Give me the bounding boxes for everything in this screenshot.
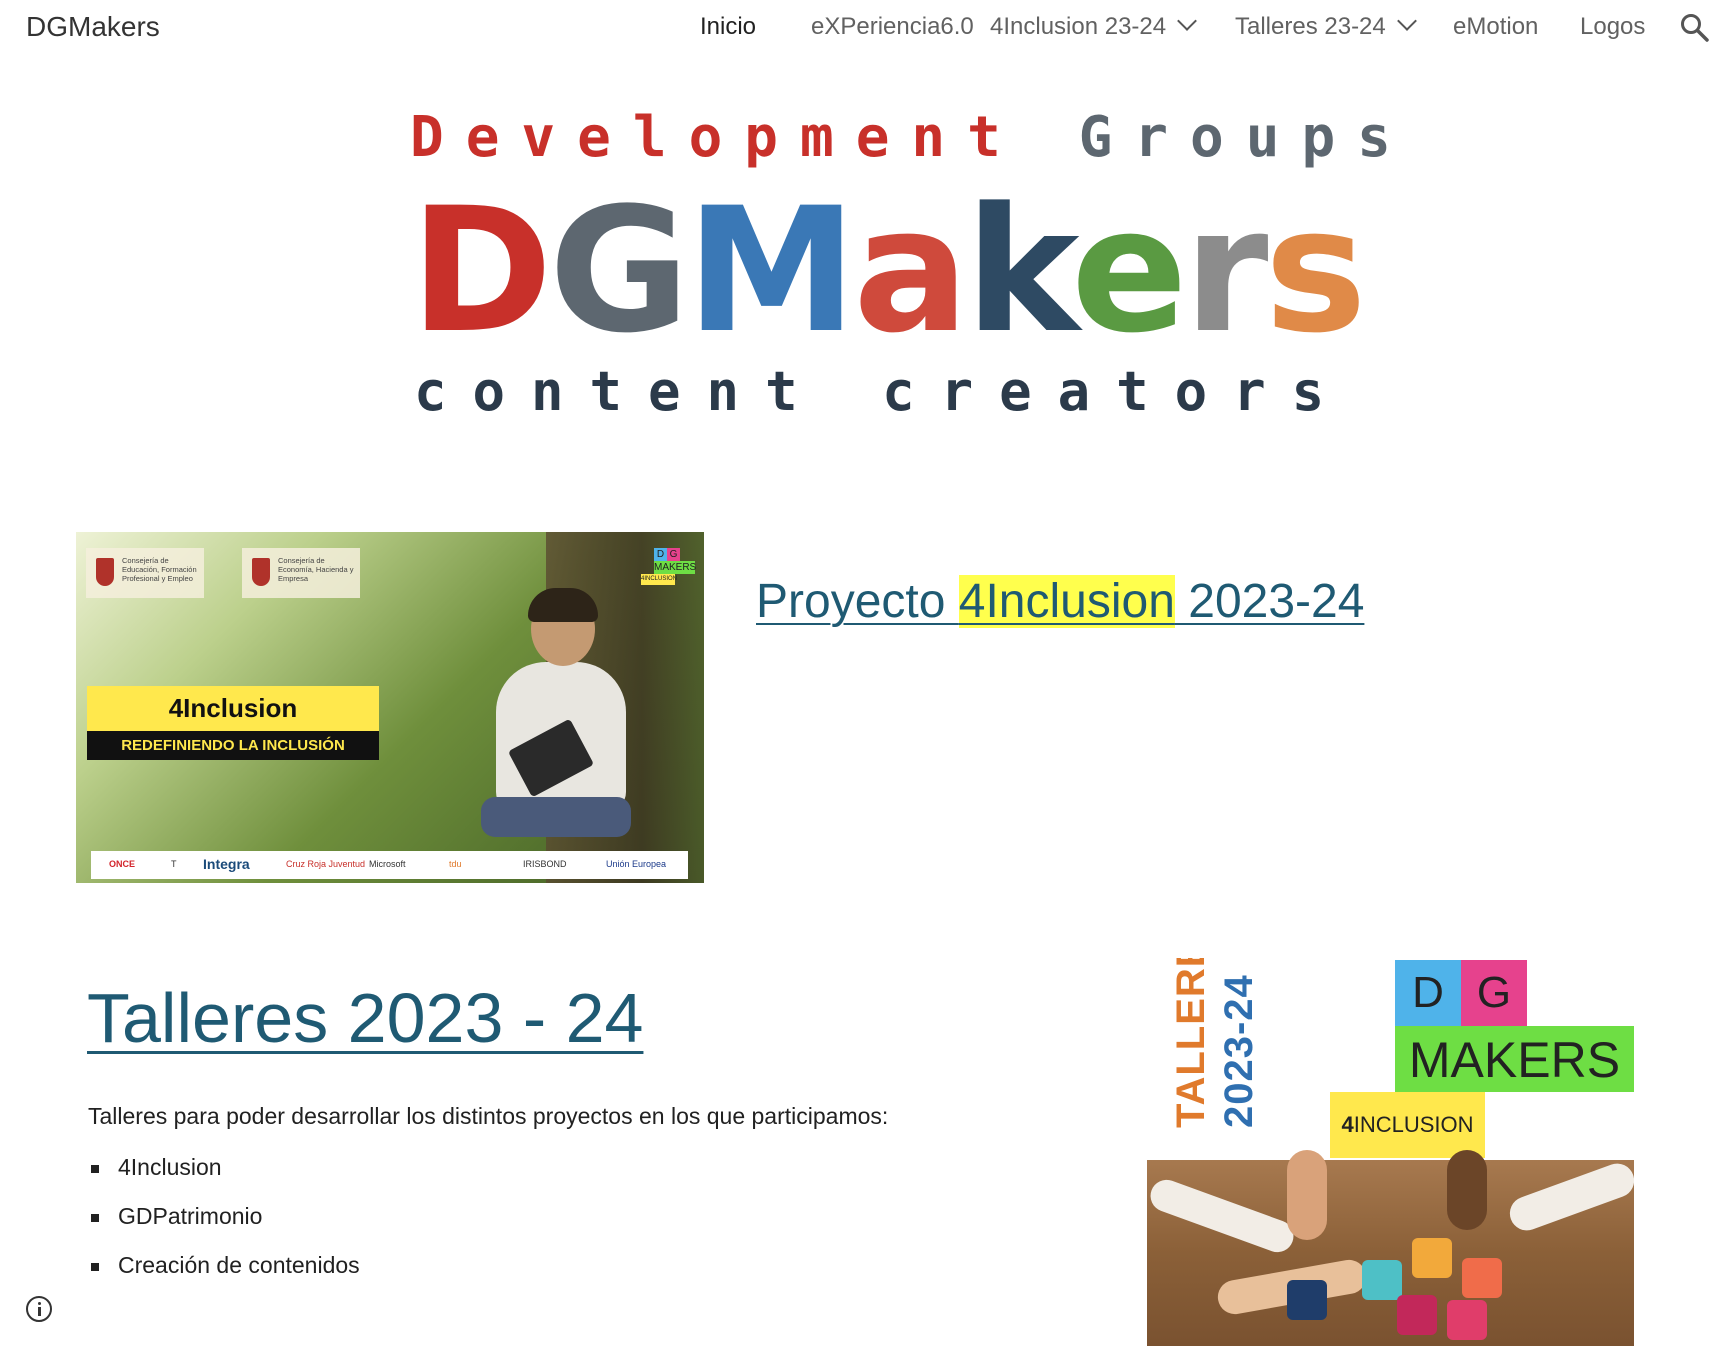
chevron-down-icon[interactable] xyxy=(1177,11,1198,31)
dgmakers-logo: Development Groups DGMakers content crea… xyxy=(410,105,1391,425)
project-link-highlight: 4Inclusion xyxy=(958,575,1175,628)
nav-item-talleres[interactable]: Talleres 23-24 xyxy=(1235,11,1417,41)
talleres-vertical-label: TALLERES xyxy=(1169,958,1213,1128)
sponsor-logo: Integra xyxy=(203,856,250,872)
hands-puzzle-photo xyxy=(1147,1150,1634,1346)
logo-block-makers: MAKERS xyxy=(1395,1026,1634,1092)
logo-wordmark: DGMakers xyxy=(410,185,1367,357)
nav-label: Inicio xyxy=(700,13,757,40)
logo-letter: k xyxy=(965,170,1075,371)
sponsor-logo: T xyxy=(171,859,177,869)
4inclusion-hero-image[interactable]: Consejería de Educación, Formación Profe… xyxy=(76,532,704,883)
region-shield-icon xyxy=(252,558,270,586)
sponsor-logo: IRISBOND xyxy=(523,859,567,869)
region-shield-icon xyxy=(96,558,114,586)
logo-letter: M xyxy=(685,170,857,371)
site-title[interactable]: DGMakers xyxy=(26,11,160,43)
nav-label: 4Inclusion 23-24 xyxy=(990,13,1167,40)
chevron-down-icon[interactable] xyxy=(1396,11,1417,31)
project-4inclusion-link[interactable]: Proyecto 4Inclusion 2023-24 xyxy=(756,574,1364,629)
hero-banner-title: 4Inclusion xyxy=(87,686,379,731)
logo-word-groups: Groups xyxy=(1078,105,1413,170)
logo-block-d: D xyxy=(1395,960,1461,1026)
org-badge-text: Consejería de Economía, Hacienda y Empre… xyxy=(278,556,354,583)
org-badge-text: Consejería de Educación, Formación Profe… xyxy=(122,556,197,583)
talleres-heading-link[interactable]: Talleres 2023 - 24 xyxy=(87,978,643,1058)
nav-label: Talleres 23-24 xyxy=(1235,13,1386,40)
talleres-2023-24-image[interactable]: TALLERES 2023-24 D G MAKERS 4INCLUSION xyxy=(1147,958,1634,1346)
mini-logo-tag: 4INCLUSION xyxy=(641,574,677,585)
nav-label: eMotion xyxy=(1453,13,1539,40)
org-badge: Consejería de Economía, Hacienda y Empre… xyxy=(242,548,360,598)
logo-block-g: G xyxy=(1461,960,1527,1026)
logo-word-development: Development xyxy=(410,105,1023,170)
info-icon[interactable] xyxy=(26,1296,52,1322)
nav-item-inicio[interactable]: Inicio xyxy=(700,13,756,41)
logo-letter: s xyxy=(1264,170,1366,371)
sponsor-logo: Microsoft xyxy=(369,859,406,869)
logo-letter: r xyxy=(1183,170,1269,371)
dgmakers-mini-logo: D G MAKERS 4INCLUSION xyxy=(641,548,697,592)
tag-rest: INCLUSION xyxy=(1353,1112,1474,1137)
list-item: Creación de contenidos xyxy=(88,1251,360,1300)
project-link-prefix: Proyecto xyxy=(756,575,959,628)
nav-item-experiencia[interactable]: eXPeriencia6.0 xyxy=(811,13,974,41)
mini-logo-d: D xyxy=(654,548,667,561)
list-item: GDPatrimonio xyxy=(88,1202,360,1251)
top-bar: DGMakers Inicio eXPeriencia6.0 4Inclusio… xyxy=(0,0,1724,58)
logo-block-4inclusion: 4INCLUSION xyxy=(1330,1092,1485,1158)
boy-with-tablet-photo xyxy=(476,588,636,837)
hero-banner-subtitle: REDEFINIENDO LA INCLUSIÓN xyxy=(87,731,379,760)
sponsor-strip: ONCE T Integra Cruz Roja Juventud Micros… xyxy=(91,851,688,879)
logo-tagline-bottom: content creators xyxy=(414,360,1351,423)
nav-item-4inclusion[interactable]: 4Inclusion 23-24 xyxy=(990,11,1198,41)
nav-label: Logos xyxy=(1580,13,1646,40)
mini-logo-g: G xyxy=(667,548,680,561)
talleres-list: 4Inclusion GDPatrimonio Creación de cont… xyxy=(88,1153,360,1300)
sponsor-logo: Unión Europea xyxy=(606,859,667,869)
talleres-vertical-year: 2023-24 xyxy=(1217,974,1261,1128)
logo-tagline-top: Development Groups xyxy=(410,105,1391,170)
logo-letter: e xyxy=(1071,170,1188,371)
logo-letter: a xyxy=(853,170,969,371)
sponsor-logo: Cruz Roja Juventud xyxy=(286,859,366,869)
nav-item-emotion[interactable]: eMotion xyxy=(1453,13,1538,41)
sponsor-logo: ONCE xyxy=(109,859,136,869)
nav-item-logos[interactable]: Logos xyxy=(1580,13,1645,41)
list-item: 4Inclusion xyxy=(88,1153,360,1202)
project-link-suffix: 2023-24 xyxy=(1174,575,1365,628)
logo-letter: G xyxy=(548,170,690,371)
sponsor-logo: tdu xyxy=(449,859,462,869)
mini-logo-makers: MAKERS xyxy=(654,561,697,574)
logo-letter: D xyxy=(410,170,553,371)
tag-bold: 4 xyxy=(1341,1112,1354,1137)
talleres-description: Talleres para poder desarrollar los dist… xyxy=(88,1103,889,1129)
org-badge: Consejería de Educación, Formación Profe… xyxy=(86,548,204,598)
search-icon[interactable] xyxy=(1679,12,1711,44)
nav-label: eXPeriencia6.0 xyxy=(811,13,974,40)
